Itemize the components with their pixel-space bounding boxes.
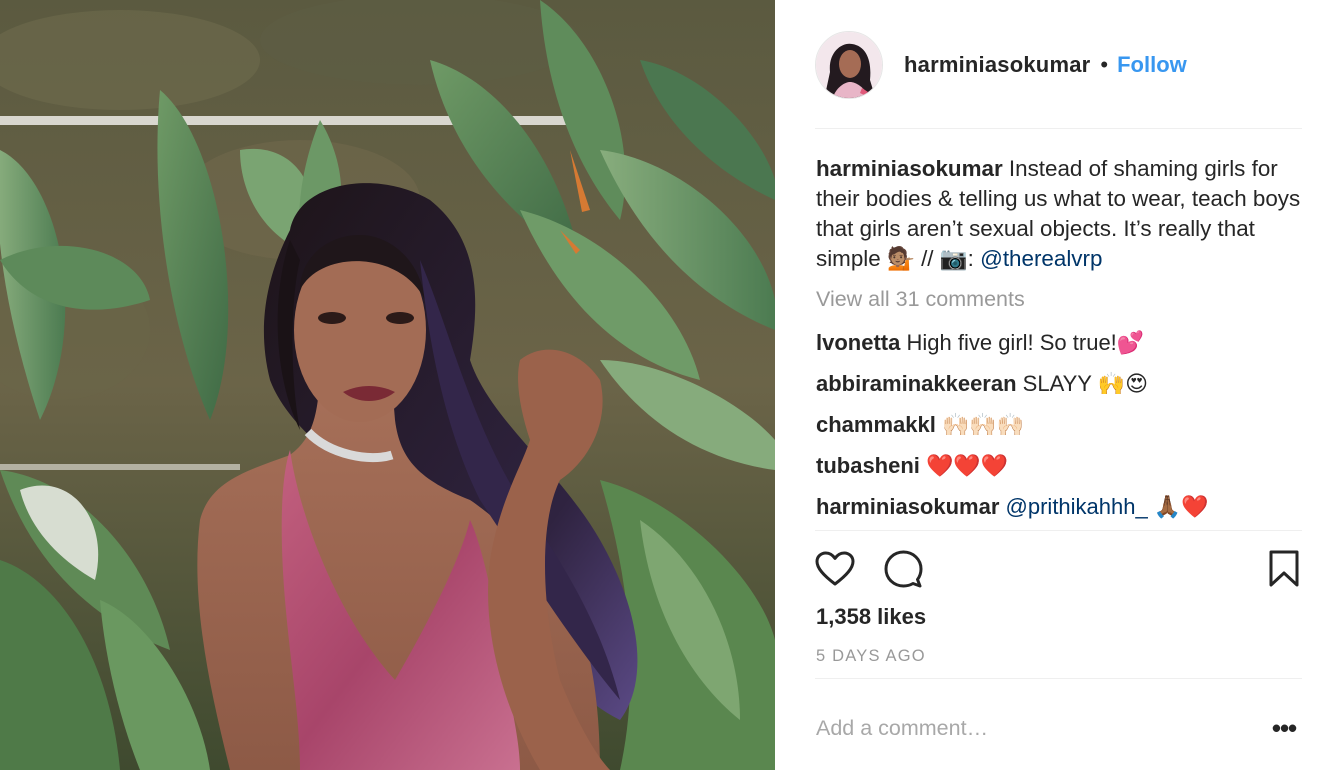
action-bar [815,547,1302,593]
comment-emoji: ❤️❤️❤️ [926,454,1009,479]
comments-divider [815,530,1302,531]
header-divider [815,128,1302,129]
post-details-panel: harminiasokumar • Follow harminiasokumar… [775,0,1342,770]
comment-emoji: 🙌🏻🙌🏻🙌🏻 [941,413,1025,438]
follow-button[interactable]: Follow [1117,52,1187,78]
camera-icon: 📷 [939,246,968,272]
comment-mention-link[interactable]: @prithikahhh_ [1006,494,1148,519]
caption-emoji-woman-tipping-hand: 💁🏽 [886,246,915,272]
comment-text: SLAYY [1022,371,1092,396]
comment-emoji: 💕 [1116,331,1145,356]
avatar[interactable] [815,31,883,99]
view-all-comments-link[interactable]: View all 31 comments [816,284,1304,314]
comment-username[interactable]: tubasheni [816,453,920,478]
post-photo-image [0,0,775,770]
like-button[interactable] [813,547,857,591]
avatar-image [816,32,882,98]
add-comment-input[interactable] [816,712,1256,744]
comment-username[interactable]: harminiasokumar [816,494,999,519]
speech-bubble-icon [884,550,923,588]
comment-text: High five girl! So true! [906,330,1117,355]
comment-item: lvonetta High five girl! So true!💕 [816,328,1304,359]
save-button[interactable] [1262,547,1306,591]
caption-mention-link[interactable]: @therealvrp [980,246,1102,271]
post-author-username[interactable]: harminiasokumar [904,52,1090,78]
comment-emoji: 🙌😍 [1097,372,1149,397]
comment-emoji: 🙏🏾❤️ [1153,495,1209,520]
comment-username[interactable]: abbiraminakkeeran [816,371,1017,396]
more-options-icon[interactable]: ••• [1266,713,1302,743]
comment-username[interactable]: lvonetta [816,330,900,355]
post-header: harminiasokumar • Follow [815,30,1302,100]
post-caption: harminiasokumar Instead of shaming girls… [816,154,1304,274]
likes-count[interactable]: 1,358 likes [816,604,926,630]
comments-section: harminiasokumar Instead of shaming girls… [816,154,1304,523]
caption-username[interactable]: harminiasokumar [816,156,1003,181]
caption-colon: : [967,246,974,271]
caption-separator: // [921,246,934,271]
footer-divider [815,678,1302,679]
heart-icon [815,551,855,586]
comment-button[interactable] [881,547,925,591]
comment-item: abbiraminakkeeran SLAYY 🙌😍 [816,369,1304,400]
comment-list: lvonetta High five girl! So true!💕 abbir… [816,328,1304,523]
comment-item: tubasheni ❤️❤️❤️ [816,451,1304,482]
post-photo[interactable] [0,0,775,770]
comment-username[interactable]: chammakkl [816,412,936,437]
comment-item: harminiasokumar @prithikahhh_ 🙏🏾❤️ [816,492,1304,523]
header-separator: • [1100,52,1109,77]
comment-item: chammakkl 🙌🏻🙌🏻🙌🏻 [816,410,1304,441]
bookmark-icon [1269,550,1299,587]
post-timestamp: 5 DAYS AGO [816,647,926,665]
